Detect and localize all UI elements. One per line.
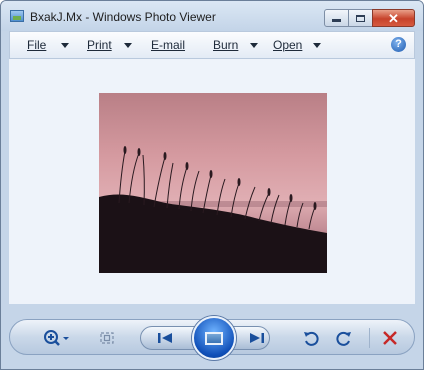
previous-icon [158, 333, 172, 343]
menu-file[interactable]: File [27, 38, 46, 52]
menu-email[interactable]: E-mail [151, 38, 185, 52]
minimize-button[interactable] [324, 9, 349, 27]
minimize-icon [332, 19, 341, 22]
image-canvas [9, 59, 415, 304]
previous-button[interactable] [153, 330, 177, 346]
delete-icon [383, 331, 397, 345]
rotate-counterclockwise-button[interactable] [301, 328, 321, 348]
actual-size-button[interactable] [98, 330, 116, 346]
maximize-icon [356, 14, 365, 22]
menu-bar: File Print E-mail Burn Open ? [9, 31, 415, 59]
rotate-clockwise-button[interactable] [334, 328, 354, 348]
next-button[interactable] [245, 330, 269, 346]
file-dropdown-arrow-icon[interactable] [61, 43, 69, 48]
toolbar-separator [369, 328, 370, 348]
open-dropdown-arrow-icon[interactable] [313, 43, 321, 48]
next-icon [250, 333, 264, 343]
magnifier-plus-icon [44, 330, 69, 346]
print-dropdown-arrow-icon[interactable] [124, 43, 132, 48]
close-button[interactable]: ✕ [372, 9, 415, 27]
caption-buttons: ✕ [324, 9, 415, 27]
delete-button[interactable] [380, 328, 400, 348]
app-icon [10, 10, 24, 22]
control-bar [9, 316, 415, 360]
menu-open[interactable]: Open [273, 38, 302, 52]
menu-burn[interactable]: Burn [213, 38, 238, 52]
rotate-clockwise-icon [336, 331, 351, 346]
zoom-button[interactable] [42, 328, 72, 348]
photo-viewer-window: BxakJ.Mx - Windows Photo Viewer ✕ File P… [0, 0, 424, 370]
slideshow-button[interactable] [192, 316, 236, 360]
menu-print[interactable]: Print [87, 38, 112, 52]
burn-dropdown-arrow-icon[interactable] [250, 43, 258, 48]
photo-image [99, 93, 327, 273]
window-title: BxakJ.Mx - Windows Photo Viewer [30, 10, 216, 24]
close-icon: ✕ [388, 10, 399, 26]
slideshow-icon [205, 331, 223, 345]
title-bar[interactable]: BxakJ.Mx - Windows Photo Viewer ✕ [1, 1, 423, 31]
actual-size-icon [100, 332, 114, 344]
help-icon[interactable]: ? [391, 37, 406, 52]
rotate-counterclockwise-icon [304, 331, 319, 346]
maximize-button[interactable] [348, 9, 373, 27]
